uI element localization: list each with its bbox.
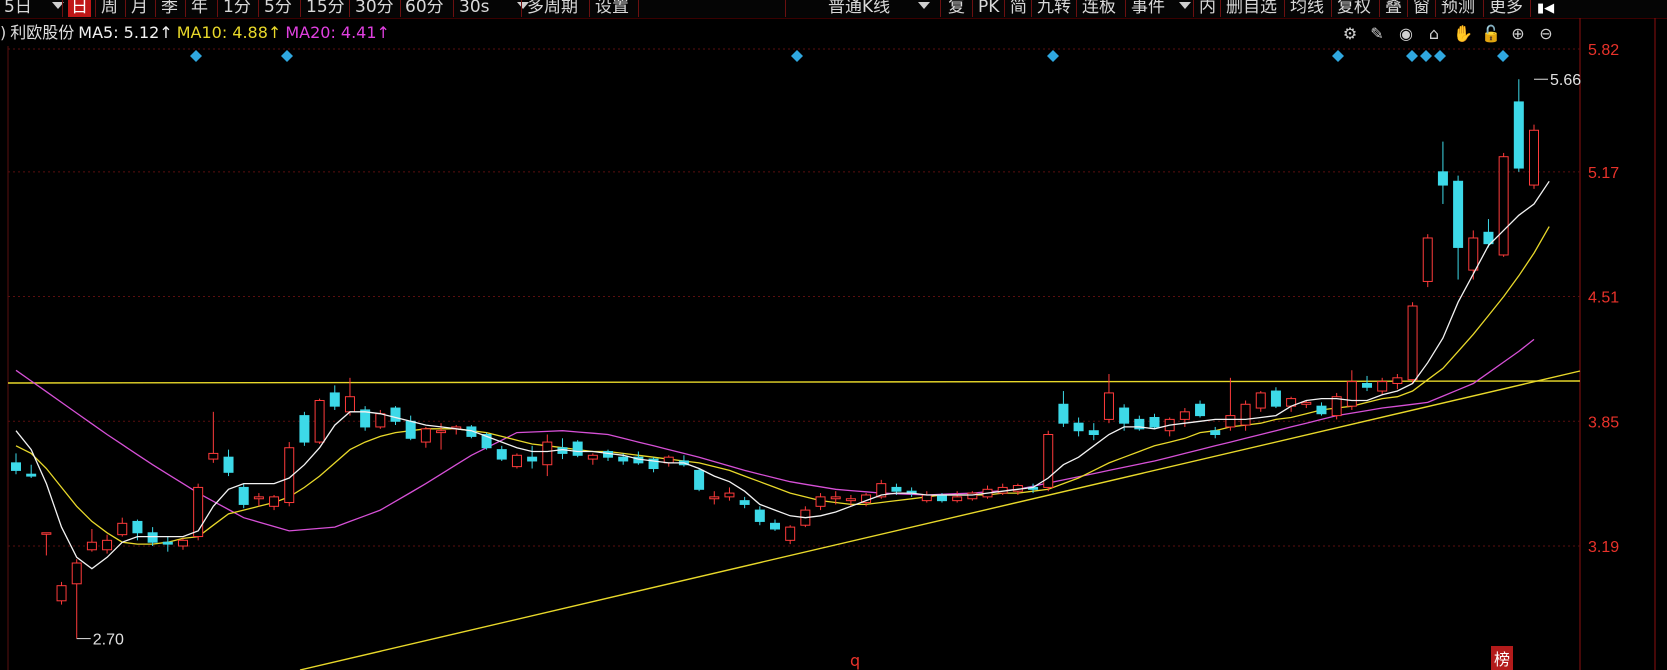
- candle-up: [845, 498, 856, 502]
- candle-up: [921, 494, 932, 502]
- candle-up: [314, 399, 325, 443]
- candle-up: [511, 454, 522, 468]
- candle-down: [891, 486, 902, 492]
- candle-down: [1270, 390, 1281, 407]
- candle-up: [1498, 156, 1509, 256]
- y-axis-label-1: 5.17: [1588, 165, 1619, 182]
- candle-up: [1346, 381, 1357, 407]
- candle-up: [1301, 401, 1312, 405]
- candle-down: [694, 469, 705, 490]
- candle-up: [542, 441, 553, 466]
- candle-up: [86, 541, 97, 551]
- candle-down: [299, 415, 310, 443]
- candle-down: [496, 449, 507, 460]
- candle-up: [117, 522, 128, 536]
- candle-down: [1149, 416, 1160, 428]
- candle-down: [1362, 382, 1373, 388]
- candle-down: [238, 486, 249, 505]
- candle-down: [26, 473, 37, 477]
- candle-down: [405, 420, 416, 439]
- candle-up: [1240, 403, 1251, 426]
- candlestick-chart[interactable]: 5.82 5.17 4.51 3.85 3.19 5.66 2.70: [0, 0, 1667, 670]
- candle-up: [208, 452, 219, 460]
- event-marker-icon: [1420, 50, 1432, 62]
- candle-down: [739, 500, 750, 505]
- candle-up: [1103, 392, 1114, 420]
- candle-down: [1073, 422, 1084, 432]
- candle-up: [709, 496, 720, 500]
- event-marker-icon: [1497, 50, 1509, 62]
- candle-up: [724, 492, 735, 498]
- candle-up: [1179, 411, 1190, 420]
- event-marker-icon: [281, 50, 293, 62]
- candle-up: [1468, 237, 1479, 271]
- candle-up: [1255, 392, 1266, 409]
- candle-down: [1058, 403, 1069, 424]
- high-label: 5.66: [1550, 72, 1581, 89]
- candle-down: [223, 456, 234, 473]
- candle-up: [375, 413, 386, 428]
- candle-down: [1437, 171, 1448, 186]
- candle-down: [1453, 180, 1464, 248]
- event-marker[interactable]: q: [850, 651, 860, 670]
- candle-down: [162, 541, 173, 545]
- candle-down: [1210, 430, 1221, 436]
- y-axis-label-0: 5.82: [1588, 42, 1619, 59]
- candle-up: [420, 428, 431, 443]
- list-badge[interactable]: 榜: [1491, 646, 1514, 670]
- candle-up: [436, 430, 447, 434]
- candle-up: [71, 562, 82, 585]
- y-axis-label-3: 3.85: [1588, 414, 1619, 431]
- candle-up: [1407, 305, 1418, 381]
- candle-down: [1316, 405, 1327, 415]
- candle-down: [132, 520, 143, 534]
- y-axis-label-2: 4.51: [1588, 290, 1619, 307]
- candle-up: [253, 496, 264, 500]
- candle-up: [56, 585, 67, 602]
- candle-down: [1088, 430, 1099, 436]
- candle-down: [1513, 101, 1524, 169]
- candle-up: [41, 532, 52, 535]
- event-marker-icon: [190, 50, 202, 62]
- candle-up: [344, 396, 355, 413]
- candle-up: [587, 454, 598, 460]
- event-marker-icon: [1434, 50, 1446, 62]
- candle-up: [269, 496, 280, 507]
- low-label: 2.70: [93, 632, 124, 649]
- candle-up: [967, 492, 978, 500]
- candle-up: [1529, 129, 1539, 186]
- candle-up: [785, 526, 796, 541]
- candle-down: [770, 522, 780, 530]
- candle-up: [1225, 415, 1236, 428]
- candle-up: [815, 496, 826, 507]
- event-marker-icon: [1332, 50, 1344, 62]
- candle-up: [102, 539, 113, 551]
- candle-down: [1195, 403, 1206, 417]
- support-trendline: [299, 370, 1581, 670]
- candle-down: [1119, 407, 1130, 424]
- candle-up: [830, 496, 841, 500]
- event-marker-icon: [1406, 50, 1418, 62]
- candle-up: [1377, 381, 1388, 392]
- candle-down: [147, 532, 158, 543]
- candle-down: [11, 462, 21, 471]
- candle-down: [329, 392, 340, 407]
- candle-up: [177, 539, 188, 547]
- resistance-line: [7, 380, 1581, 384]
- candle-down: [754, 509, 765, 522]
- candle-up: [1392, 377, 1403, 384]
- candle-down: [936, 494, 947, 502]
- candle-up: [193, 486, 204, 538]
- candle-down: [390, 407, 401, 422]
- y-axis-label-4: 3.19: [1588, 539, 1619, 556]
- candle-down: [527, 456, 538, 462]
- ma5-line: [15, 180, 1550, 570]
- event-marker-icon: [791, 50, 803, 62]
- candle-up: [1422, 237, 1433, 282]
- candle-up: [952, 496, 963, 502]
- candle-down: [618, 456, 629, 462]
- candle-down: [572, 441, 583, 456]
- event-marker-icon: [1047, 50, 1059, 62]
